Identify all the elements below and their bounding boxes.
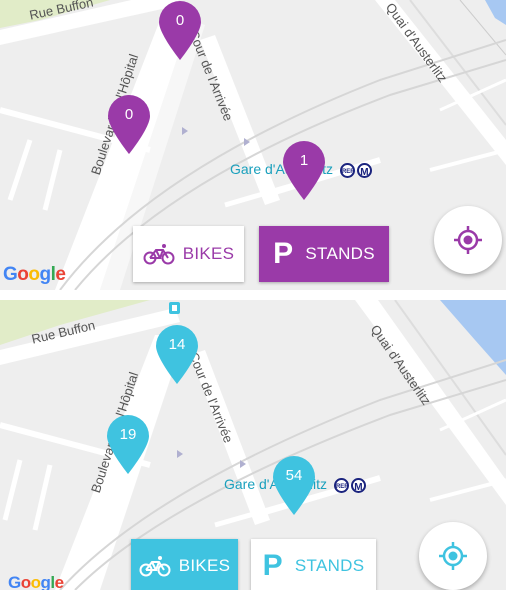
- stands-button[interactable]: P STANDS: [259, 226, 389, 282]
- my-location-icon: [439, 542, 467, 570]
- my-location-button[interactable]: [419, 522, 487, 590]
- station-marker[interactable]: 1: [281, 140, 327, 200]
- map-background[interactable]: [0, 0, 506, 290]
- rer-icon: RER: [333, 477, 349, 493]
- parking-icon: P: [262, 549, 283, 582]
- bicycle-icon: [143, 244, 175, 265]
- transit-icons: RER M: [339, 162, 372, 178]
- google-logo: Google: [8, 573, 64, 590]
- map-panel-bikes-mode[interactable]: Rue Buffon Boulevard de l'Hôpital Cour d…: [0, 300, 506, 590]
- bikes-button-label: BIKES: [178, 556, 231, 575]
- metro-icon: M: [350, 477, 366, 493]
- marker-count: 19: [119, 426, 137, 443]
- bikes-button-label: BIKES: [182, 244, 235, 263]
- google-logo: Google: [3, 264, 66, 285]
- marker-count: 54: [285, 467, 303, 484]
- station-marker[interactable]: 54: [271, 455, 317, 515]
- map-panel-stands-mode[interactable]: Rue Buffon Boulevard de l'Hôpital Cour d…: [0, 0, 506, 290]
- my-location-icon: [454, 226, 482, 254]
- station-marker[interactable]: 14: [154, 324, 200, 384]
- metro-icon: M: [356, 162, 372, 178]
- bikes-button[interactable]: BIKES: [133, 226, 244, 282]
- marker-count: 1: [299, 152, 309, 169]
- marker-count: 14: [168, 336, 186, 353]
- parking-icon: P: [273, 237, 294, 270]
- stands-button-label: STANDS: [294, 556, 365, 575]
- marker-count: 0: [175, 12, 185, 29]
- stands-button-label: STANDS: [305, 244, 375, 263]
- my-location-button[interactable]: [434, 206, 502, 274]
- marker-count: 0: [124, 106, 134, 123]
- station-marker[interactable]: 0: [106, 94, 152, 154]
- transit-icons: RER M: [333, 477, 366, 493]
- station-marker[interactable]: 0: [157, 0, 203, 60]
- bikes-button[interactable]: BIKES: [131, 539, 238, 590]
- station-marker[interactable]: 19: [105, 414, 151, 474]
- bicycle-icon: [139, 556, 171, 577]
- stands-button[interactable]: P STANDS: [251, 539, 376, 590]
- rer-icon: RER: [339, 162, 355, 178]
